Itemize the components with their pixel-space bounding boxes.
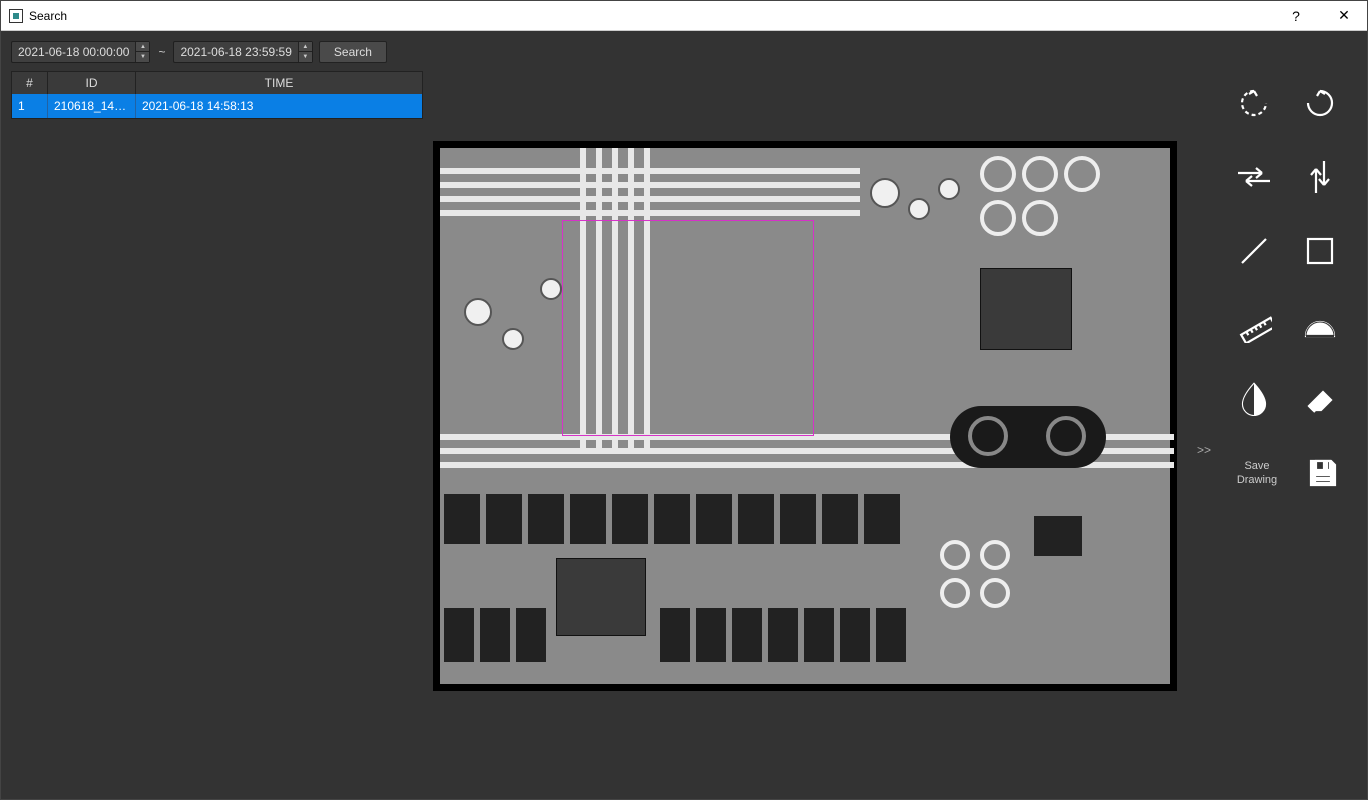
flip-horizontal-button[interactable] bbox=[1230, 155, 1278, 199]
cell-id: 210618_145... bbox=[48, 94, 136, 118]
rotate-cw-button[interactable] bbox=[1296, 81, 1344, 125]
right-tool-panel: Save Drawing bbox=[1207, 31, 1367, 799]
cell-num: 1 bbox=[12, 94, 48, 118]
cell-time: 2021-06-18 14:58:13 bbox=[136, 94, 422, 118]
rectangle-tool-button[interactable] bbox=[1296, 229, 1344, 273]
col-header-num[interactable]: # bbox=[12, 72, 48, 94]
col-header-time[interactable]: TIME bbox=[136, 72, 422, 94]
center-panel bbox=[433, 31, 1207, 799]
left-panel: 2021-06-18 00:00:00 ▲ ▼ ~ 2021-06-18 23:… bbox=[1, 31, 433, 799]
close-button[interactable]: ✕ bbox=[1329, 7, 1359, 24]
col-header-id[interactable]: ID bbox=[48, 72, 136, 94]
eraser-tool-button[interactable] bbox=[1296, 377, 1344, 421]
spinner-up-icon[interactable]: ▲ bbox=[299, 42, 312, 52]
flip-vertical-button[interactable] bbox=[1296, 155, 1344, 199]
line-tool-button[interactable] bbox=[1230, 229, 1278, 273]
titlebar: Search ? ✕ bbox=[1, 1, 1367, 31]
save-drawing-button[interactable]: Save Drawing bbox=[1227, 459, 1287, 488]
spinner-down-icon[interactable]: ▼ bbox=[299, 52, 312, 62]
search-button[interactable]: Search bbox=[319, 41, 387, 63]
selection-rectangle[interactable] bbox=[562, 220, 814, 436]
save-button[interactable] bbox=[1299, 451, 1347, 495]
table-row[interactable]: 1 210618_145... 2021-06-18 14:58:13 bbox=[12, 94, 422, 118]
from-datetime-value: 2021-06-18 00:00:00 bbox=[12, 45, 135, 59]
ruler-tool-button[interactable] bbox=[1230, 303, 1278, 347]
app-icon bbox=[9, 9, 23, 23]
to-datetime-input[interactable]: 2021-06-18 23:59:59 ▲ ▼ bbox=[173, 41, 312, 63]
expand-chevron-icon[interactable]: >> bbox=[1197, 443, 1211, 457]
rotate-ccw-button[interactable] bbox=[1230, 81, 1278, 125]
window-title: Search bbox=[29, 9, 1281, 23]
from-datetime-input[interactable]: 2021-06-18 00:00:00 ▲ ▼ bbox=[11, 41, 150, 63]
to-spinner[interactable]: ▲ ▼ bbox=[298, 42, 312, 62]
contrast-tool-button[interactable] bbox=[1230, 377, 1278, 421]
from-spinner[interactable]: ▲ ▼ bbox=[135, 42, 149, 62]
spinner-up-icon[interactable]: ▲ bbox=[136, 42, 149, 52]
help-button[interactable]: ? bbox=[1281, 8, 1311, 24]
results-table: # ID TIME 1 210618_145... 2021-06-18 14:… bbox=[11, 71, 423, 119]
search-bar: 2021-06-18 00:00:00 ▲ ▼ ~ 2021-06-18 23:… bbox=[11, 41, 423, 63]
image-viewer[interactable] bbox=[433, 141, 1177, 691]
table-header: # ID TIME bbox=[12, 72, 422, 94]
to-datetime-value: 2021-06-18 23:59:59 bbox=[174, 45, 297, 59]
range-separator: ~ bbox=[156, 45, 167, 59]
protractor-tool-button[interactable] bbox=[1296, 303, 1344, 347]
spinner-down-icon[interactable]: ▼ bbox=[136, 52, 149, 62]
